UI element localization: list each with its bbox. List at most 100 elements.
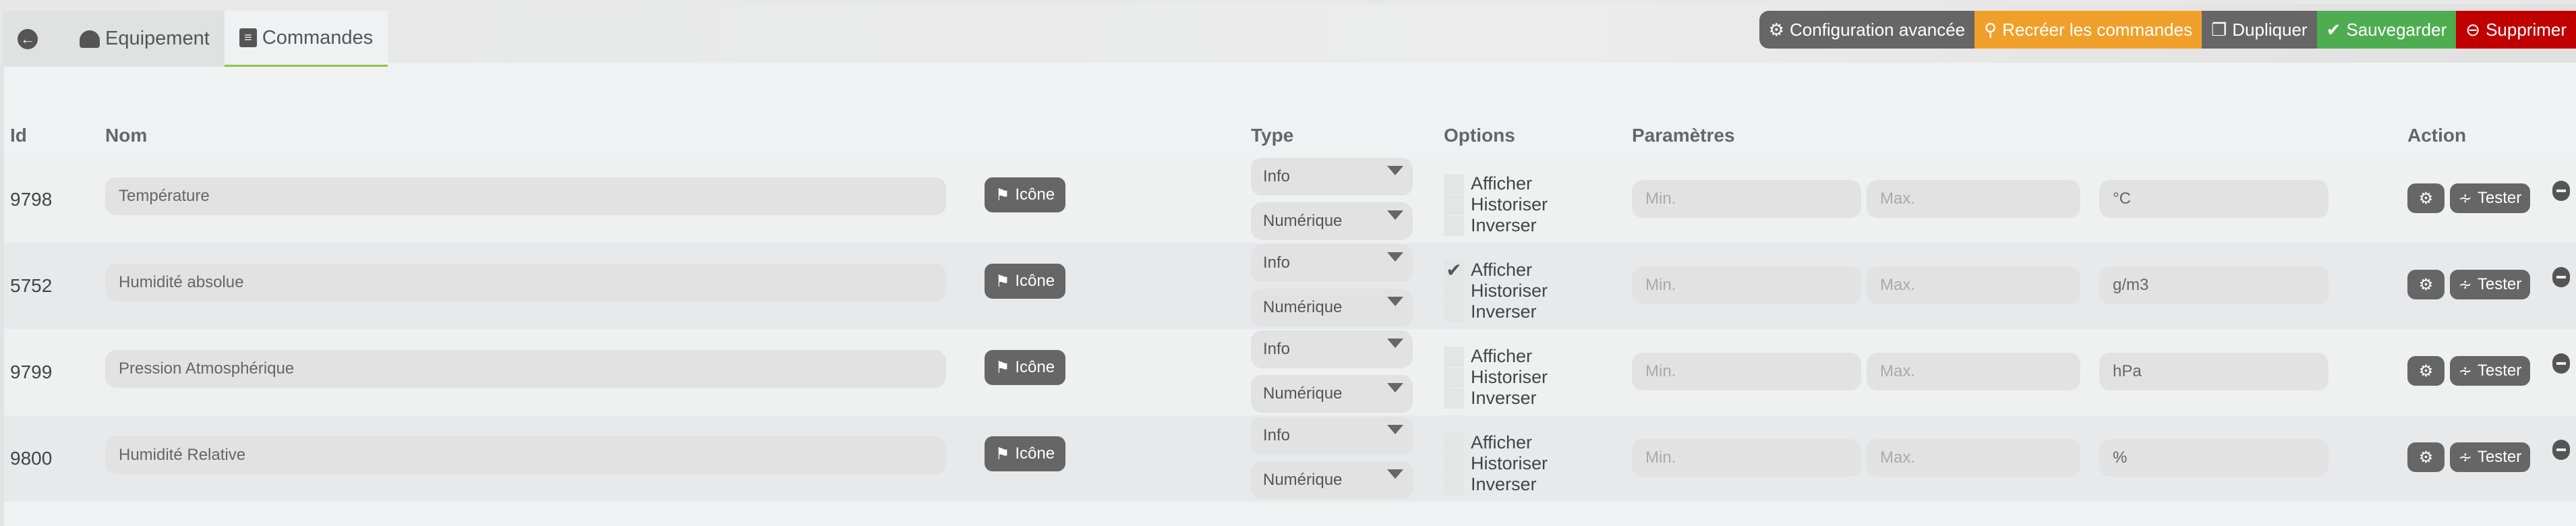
- unit-input[interactable]: hPa: [2099, 353, 2329, 390]
- recr-er-les-commandes-button[interactable]: ⚲ Recréer les commandes: [1974, 11, 2202, 49]
- caret-down-icon: [1387, 252, 1403, 262]
- name-input[interactable]: Humidité Relative: [105, 436, 946, 474]
- option-inverser: Inverser: [1444, 474, 1537, 495]
- max-input[interactable]: Max.: [1867, 180, 2080, 218]
- command-id: 5752: [10, 275, 53, 296]
- min-input[interactable]: Min.: [1632, 266, 1861, 304]
- caret-down-icon: [1387, 383, 1403, 392]
- historiser-checkbox[interactable]: [1444, 281, 1464, 301]
- list-icon: ≡: [239, 28, 257, 47]
- remove-command-icon[interactable]: [2552, 267, 2570, 287]
- column-header-nom: Nom: [105, 125, 148, 146]
- table-row: 5752 Humidité absolue ⚑ Icône Info Numéri…: [4, 243, 2576, 329]
- column-header-action: Action: [2407, 125, 2467, 146]
- option-inverser: Inverser: [1444, 388, 1537, 409]
- test-button[interactable]: ∻ Tester: [2450, 270, 2530, 299]
- type-select[interactable]: Info: [1251, 158, 1413, 196]
- remove-command-icon[interactable]: [2552, 353, 2570, 374]
- dashboard-icon: [80, 30, 100, 48]
- subtype-select[interactable]: Numérique: [1251, 375, 1413, 413]
- command-id: 9798: [10, 189, 53, 210]
- afficher-checkbox[interactable]: [1444, 173, 1464, 194]
- name-input[interactable]: Température: [105, 177, 946, 215]
- caret-down-icon: [1387, 425, 1403, 434]
- command-id: 9800: [10, 448, 53, 469]
- option-historiser: Historiser: [1444, 453, 1548, 474]
- rss-icon: ∻: [2458, 275, 2472, 294]
- historiser-checkbox[interactable]: [1444, 453, 1464, 474]
- test-button[interactable]: ∻ Tester: [2450, 442, 2530, 472]
- minus-circle-icon: ⊖: [2465, 19, 2481, 40]
- flag-icon: ⚑: [995, 444, 1010, 463]
- flag-icon: ⚑: [995, 272, 1010, 291]
- tab-commandes[interactable]: ≡ Commandes: [224, 11, 388, 67]
- unit-input[interactable]: °C: [2099, 180, 2329, 218]
- remove-command-icon[interactable]: [2552, 440, 2570, 460]
- gears-icon: ⚙: [2418, 275, 2434, 294]
- flag-icon: ⚑: [995, 358, 1010, 377]
- tab-bar: ← Equipement ≡ Commandes: [3, 11, 388, 67]
- unit-input[interactable]: %: [2099, 439, 2329, 477]
- icon-button[interactable]: ⚑ Icône: [985, 436, 1065, 471]
- column-header-type: Type: [1251, 125, 1294, 146]
- advanced-config-button[interactable]: ⚙: [2407, 356, 2445, 386]
- inverser-checkbox[interactable]: [1444, 301, 1464, 322]
- caret-down-icon: [1387, 469, 1403, 479]
- option-historiser: Historiser: [1444, 194, 1548, 215]
- afficher-checkbox[interactable]: [1444, 432, 1464, 453]
- remove-command-icon[interactable]: [2552, 181, 2570, 201]
- inverser-checkbox[interactable]: [1444, 388, 1464, 409]
- dupliquer-button[interactable]: ❐ Dupliquer: [2201, 11, 2317, 49]
- option-afficher: Afficher: [1444, 173, 1532, 194]
- type-select[interactable]: Info: [1251, 244, 1413, 282]
- caret-down-icon: [1387, 339, 1403, 348]
- top-bar: ← Equipement ≡ Commandes ⚙ Configuration a…: [0, 0, 2576, 67]
- subtype-select[interactable]: Numérique: [1251, 461, 1413, 499]
- gears-icon: ⚙: [2418, 448, 2434, 467]
- max-input[interactable]: Max.: [1867, 439, 2080, 477]
- historiser-checkbox[interactable]: [1444, 194, 1464, 215]
- gears-icon: ⚙: [2418, 189, 2434, 208]
- name-input[interactable]: Humidité absolue: [105, 264, 946, 301]
- min-input[interactable]: Min.: [1632, 353, 1861, 390]
- option-historiser: Historiser: [1444, 281, 1548, 301]
- test-button[interactable]: ∻ Tester: [2450, 183, 2530, 213]
- configuration-avanc-e-button[interactable]: ⚙ Configuration avancée: [1759, 11, 1975, 49]
- gears-icon: ⚙: [2418, 361, 2434, 380]
- unit-input[interactable]: g/m3: [2099, 266, 2329, 304]
- icon-button[interactable]: ⚑ Icône: [985, 177, 1065, 212]
- afficher-checkbox[interactable]: ✔: [1444, 260, 1464, 281]
- table-row: 9798 Température ⚑ Icône Info Numérique A…: [4, 156, 2576, 243]
- copy-icon: ❐: [2211, 19, 2227, 40]
- supprimer-button[interactable]: ⊖ Supprimer: [2456, 11, 2576, 49]
- icon-button[interactable]: ⚑ Icône: [985, 350, 1065, 385]
- type-select[interactable]: Info: [1251, 330, 1413, 368]
- inverser-checkbox[interactable]: [1444, 215, 1464, 236]
- option-inverser: Inverser: [1444, 215, 1537, 236]
- option-afficher: Afficher: [1444, 432, 1532, 453]
- icon-button[interactable]: ⚑ Icône: [985, 264, 1065, 299]
- advanced-config-button[interactable]: ⚙: [2407, 270, 2445, 299]
- caret-down-icon: [1387, 210, 1403, 220]
- afficher-checkbox[interactable]: [1444, 346, 1464, 367]
- min-input[interactable]: Min.: [1632, 180, 1861, 218]
- inverser-checkbox[interactable]: [1444, 474, 1464, 495]
- back-button[interactable]: ←: [3, 11, 53, 67]
- historiser-checkbox[interactable]: [1444, 367, 1464, 388]
- toolbar: ⚙ Configuration avancée ⚲ Recréer les comma…: [1759, 11, 2576, 49]
- sauvegarder-button[interactable]: ✔ Sauvegarder: [2316, 11, 2457, 49]
- name-input[interactable]: Pression Atmosphérique: [105, 350, 946, 388]
- caret-down-icon: [1387, 166, 1403, 175]
- min-input[interactable]: Min.: [1632, 439, 1861, 477]
- type-select[interactable]: Info: [1251, 417, 1413, 455]
- subtype-select[interactable]: Numérique: [1251, 202, 1413, 240]
- max-input[interactable]: Max.: [1867, 353, 2080, 390]
- arrow-left-circle-icon: ←: [18, 28, 38, 49]
- option-inverser: Inverser: [1444, 301, 1537, 322]
- tab-equipement[interactable]: Equipement: [53, 11, 225, 67]
- max-input[interactable]: Max.: [1867, 266, 2080, 304]
- subtype-select[interactable]: Numérique: [1251, 289, 1413, 326]
- advanced-config-button[interactable]: ⚙: [2407, 183, 2445, 213]
- test-button[interactable]: ∻ Tester: [2450, 356, 2530, 386]
- advanced-config-button[interactable]: ⚙: [2407, 442, 2445, 472]
